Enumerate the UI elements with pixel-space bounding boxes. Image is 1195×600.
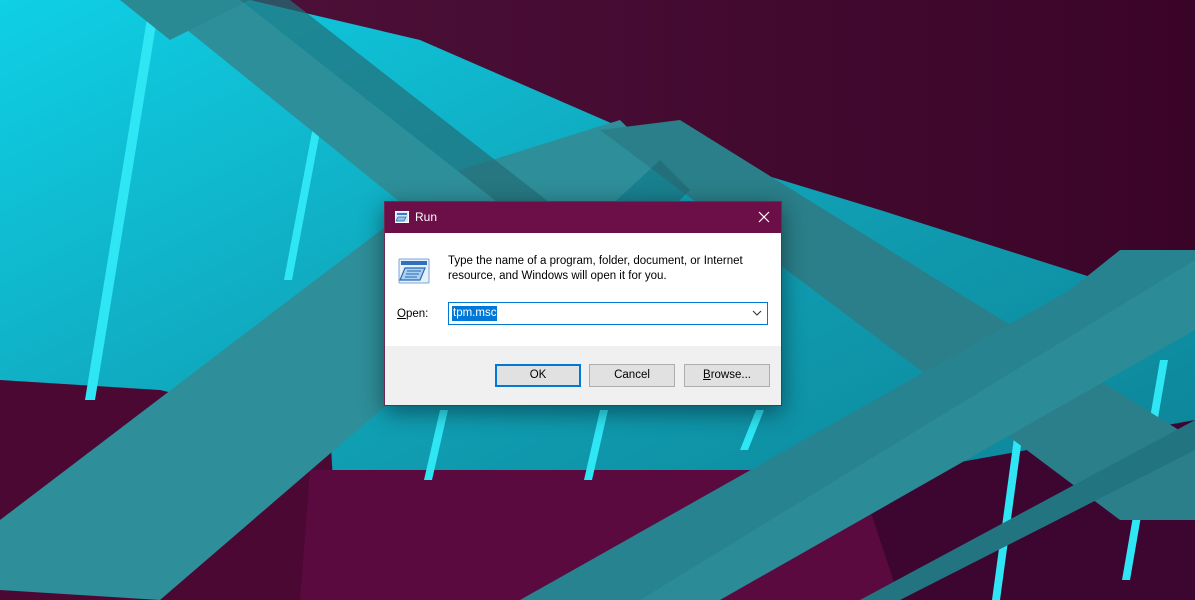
close-icon: [758, 211, 770, 223]
open-input[interactable]: tpm.msc: [452, 306, 498, 321]
browse-accelerator: B: [703, 369, 711, 381]
open-label-text: pen:: [405, 308, 429, 320]
title-bar[interactable]: Run: [385, 202, 781, 233]
run-icon: [398, 258, 430, 284]
dialog-content: Type the name of a program, folder, docu…: [385, 233, 781, 346]
dialog-description: Type the name of a program, folder, docu…: [448, 255, 743, 282]
chevron-down-icon: [752, 310, 762, 316]
run-icon: [395, 211, 409, 223]
dialog-title: Run: [415, 210, 438, 224]
desktop: Run Type the name of a program, folder, …: [0, 0, 1195, 600]
browse-button[interactable]: Browse...: [684, 364, 770, 387]
open-combobox[interactable]: tpm.msc: [448, 302, 768, 325]
ok-button[interactable]: OK: [495, 364, 581, 387]
open-label-accelerator: O: [397, 308, 406, 320]
cancel-button[interactable]: Cancel: [589, 364, 675, 387]
run-dialog: Run Type the name of a program, folder, …: [384, 201, 782, 406]
open-label: Open:: [397, 306, 428, 322]
close-button[interactable]: [747, 202, 781, 233]
dropdown-button[interactable]: [749, 304, 765, 323]
browse-label-text: rowse...: [710, 369, 751, 381]
